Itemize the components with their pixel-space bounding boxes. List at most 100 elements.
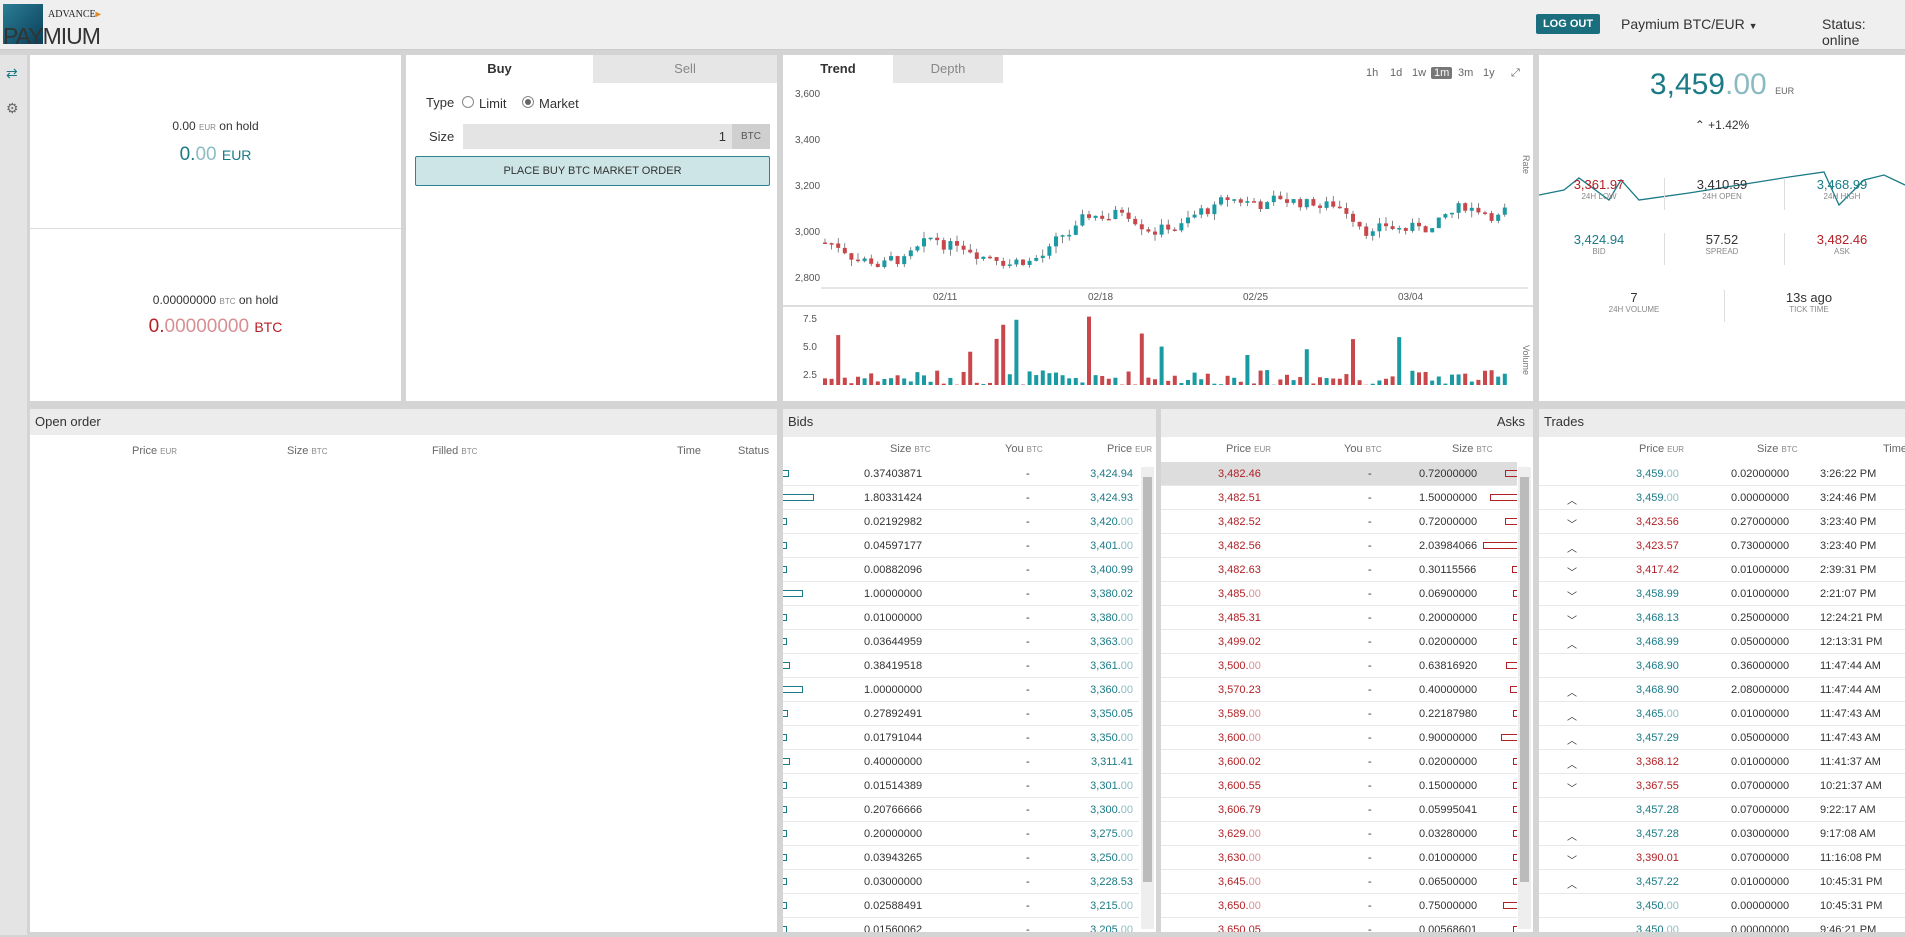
trade-price: 3,417.42 [1636,564,1679,576]
scrollbar[interactable] [1518,467,1531,929]
candle-body [974,252,979,259]
logo-text[interactable]: PAYMIUM [3,23,101,50]
ask-row[interactable]: 3,485.00 - 0.06900000 [1161,582,1517,606]
ask-row[interactable]: 3,606.79 - 0.05995041 [1161,798,1517,822]
ask-size: 0.63816920 [1419,660,1478,672]
bid-row[interactable]: 0.20766666 - 3,300.00 [783,798,1139,822]
pair-selector[interactable]: Paymium BTC/EUR ▼ [1621,16,1758,32]
bid-row[interactable]: 0.40000000 - 3,311.41 [783,750,1139,774]
scroll-thumb[interactable] [1520,477,1529,882]
ask-row[interactable]: 3,650.05 - 0.00568601 [1161,918,1517,932]
candle-body [1483,212,1487,214]
logout-button[interactable]: LOG OUT [1536,14,1600,34]
price-tick: 3,000 [795,227,820,238]
trade-price: 3,465.00 [1636,708,1679,720]
place-order-button[interactable]: PLACE BUY BTC MARKET ORDER [415,156,770,186]
ask-row[interactable]: 3,499.02 - 0.02000000 [1161,630,1517,654]
candle-body [1436,217,1441,229]
bid-size: 0.03943265 [864,852,923,864]
candle-body [1318,205,1322,208]
ask-row[interactable]: 3,500.00 - 0.63816920 [1161,654,1517,678]
bid-row[interactable]: 0.04597177 - 3,401.00 [783,534,1139,558]
bid-size: 0.20000000 [864,828,923,840]
ask-row[interactable]: 3,482.51 - 1.50000000 [1161,486,1517,510]
bid-row[interactable]: 0.01791044 - 3,350.00 [783,726,1139,750]
trade-price: 3,423.56 [1636,516,1679,528]
candle-body [862,378,867,385]
candle-body [1106,378,1111,385]
bid-size: 0.00882096 [864,564,923,576]
depth-bar [783,782,787,789]
ask-row[interactable]: 3,600.00 - 0.90000000 [1161,726,1517,750]
market-radio[interactable] [522,96,534,108]
bid-row[interactable]: 0.01000000 - 3,380.00 [783,606,1139,630]
bid-row[interactable]: 0.02192982 - 3,420.00 [783,510,1139,534]
candle-body [1311,383,1316,385]
chevron-up-icon: ⌃ [1694,118,1705,132]
rate-label: Rate [1521,155,1531,174]
depth-bar [783,518,787,525]
ask-row[interactable]: 3,482.52 - 0.72000000 [1161,510,1517,534]
ask-row[interactable]: 3,650.00 - 0.75000000 [1161,894,1517,918]
bid-you: - [1026,876,1030,888]
limit-label[interactable]: Limit [479,96,506,111]
price-tick: 3,200 [795,181,820,192]
candle-body [1304,349,1309,385]
candle-body [1080,214,1085,226]
ask-size: 0.06900000 [1419,588,1478,600]
market-label[interactable]: Market [539,96,579,111]
limit-radio[interactable] [462,96,474,108]
bid-row[interactable]: 0.02588491 - 3,215.00 [783,894,1139,918]
ask-row[interactable]: 3,485.31 - 0.20000000 [1161,606,1517,630]
ask-row[interactable]: 3,482.63 - 0.30115566 [1161,558,1517,582]
ask-row[interactable]: 3,629.00 - 0.03280000 [1161,822,1517,846]
depth-bar [783,878,787,885]
candle-body [1219,197,1223,205]
bid-row[interactable]: 0.27892491 - 3,350.05 [783,702,1139,726]
depth-bar [1513,614,1517,621]
ask-row[interactable]: 3,645.00 - 0.06500000 [1161,870,1517,894]
exchange-icon[interactable]: ⇄ [6,65,18,82]
bid-row[interactable]: 0.01514389 - 3,301.00 [783,774,1139,798]
ask-row[interactable]: 3,600.55 - 0.15000000 [1161,774,1517,798]
bid-row[interactable]: 0.03943265 - 3,250.00 [783,846,1139,870]
candle-body [1219,384,1223,385]
bid-row[interactable]: 0.37403871 - 3,424.94 [783,462,1139,486]
trade-size: 0.07000000 [1731,852,1790,864]
trade-row: 3,450.00 0.00000000 10:45:31 PM [1539,894,1905,918]
candle-body [1166,224,1171,230]
bid-row[interactable]: 0.20000000 - 3,275.00 [783,822,1139,846]
bid-row[interactable]: 0.00882096 - 3,400.99 [783,558,1139,582]
bid-row[interactable]: 0.38419518 - 3,361.00 [783,654,1139,678]
ask-row[interactable]: 3,589.00 - 0.22187980 [1161,702,1517,726]
bid-row[interactable]: 1.00000000 - 3,380.02 [783,582,1139,606]
candle-body [1298,377,1303,385]
bid-row[interactable]: 0.03644959 - 3,363.00 [783,630,1139,654]
bid-size: 1.00000000 [864,588,923,600]
ask-row[interactable]: 3,570.23 - 0.40000000 [1161,678,1517,702]
ask-row[interactable]: 3,482.46 - 0.72000000 [1161,462,1517,486]
tab-sell[interactable]: Sell [593,55,777,83]
bid-row[interactable]: 1.80331424 - 3,424.93 [783,486,1139,510]
scrollbar[interactable] [1141,467,1154,929]
ask-row[interactable]: 3,630.00 - 0.01000000 [1161,846,1517,870]
candle-body [875,381,880,385]
bid-row[interactable]: 0.01560062 - 3,205.00 [783,918,1139,932]
tab-buy[interactable]: Buy [406,55,593,83]
gear-icon[interactable]: ⚙ [6,100,19,117]
ask-row[interactable]: 3,482.56 - 2.03984066 [1161,534,1517,558]
price-chart[interactable]: 3,600 3,400 3,200 3,000 2,800 Rate 02/11… [783,55,1533,401]
ask-row[interactable]: 3,600.02 - 0.02000000 [1161,750,1517,774]
trade-time: 12:24:21 PM [1820,612,1883,624]
candle-body [1007,264,1012,266]
divider [1784,233,1785,265]
stat-label: BID [1592,247,1606,256]
bid-row[interactable]: 0.03000000 - 3,228.53 [783,870,1139,894]
bid-row[interactable]: 1.00000000 - 3,360.00 [783,678,1139,702]
scroll-thumb[interactable] [1143,477,1152,882]
candle-body [1298,199,1303,208]
candle-body [1344,208,1349,214]
candle-body [1113,209,1118,219]
trade-row: ︿ 3,457.28 0.03000000 9:17:08 AM [1539,822,1905,846]
size-input[interactable] [463,124,732,149]
